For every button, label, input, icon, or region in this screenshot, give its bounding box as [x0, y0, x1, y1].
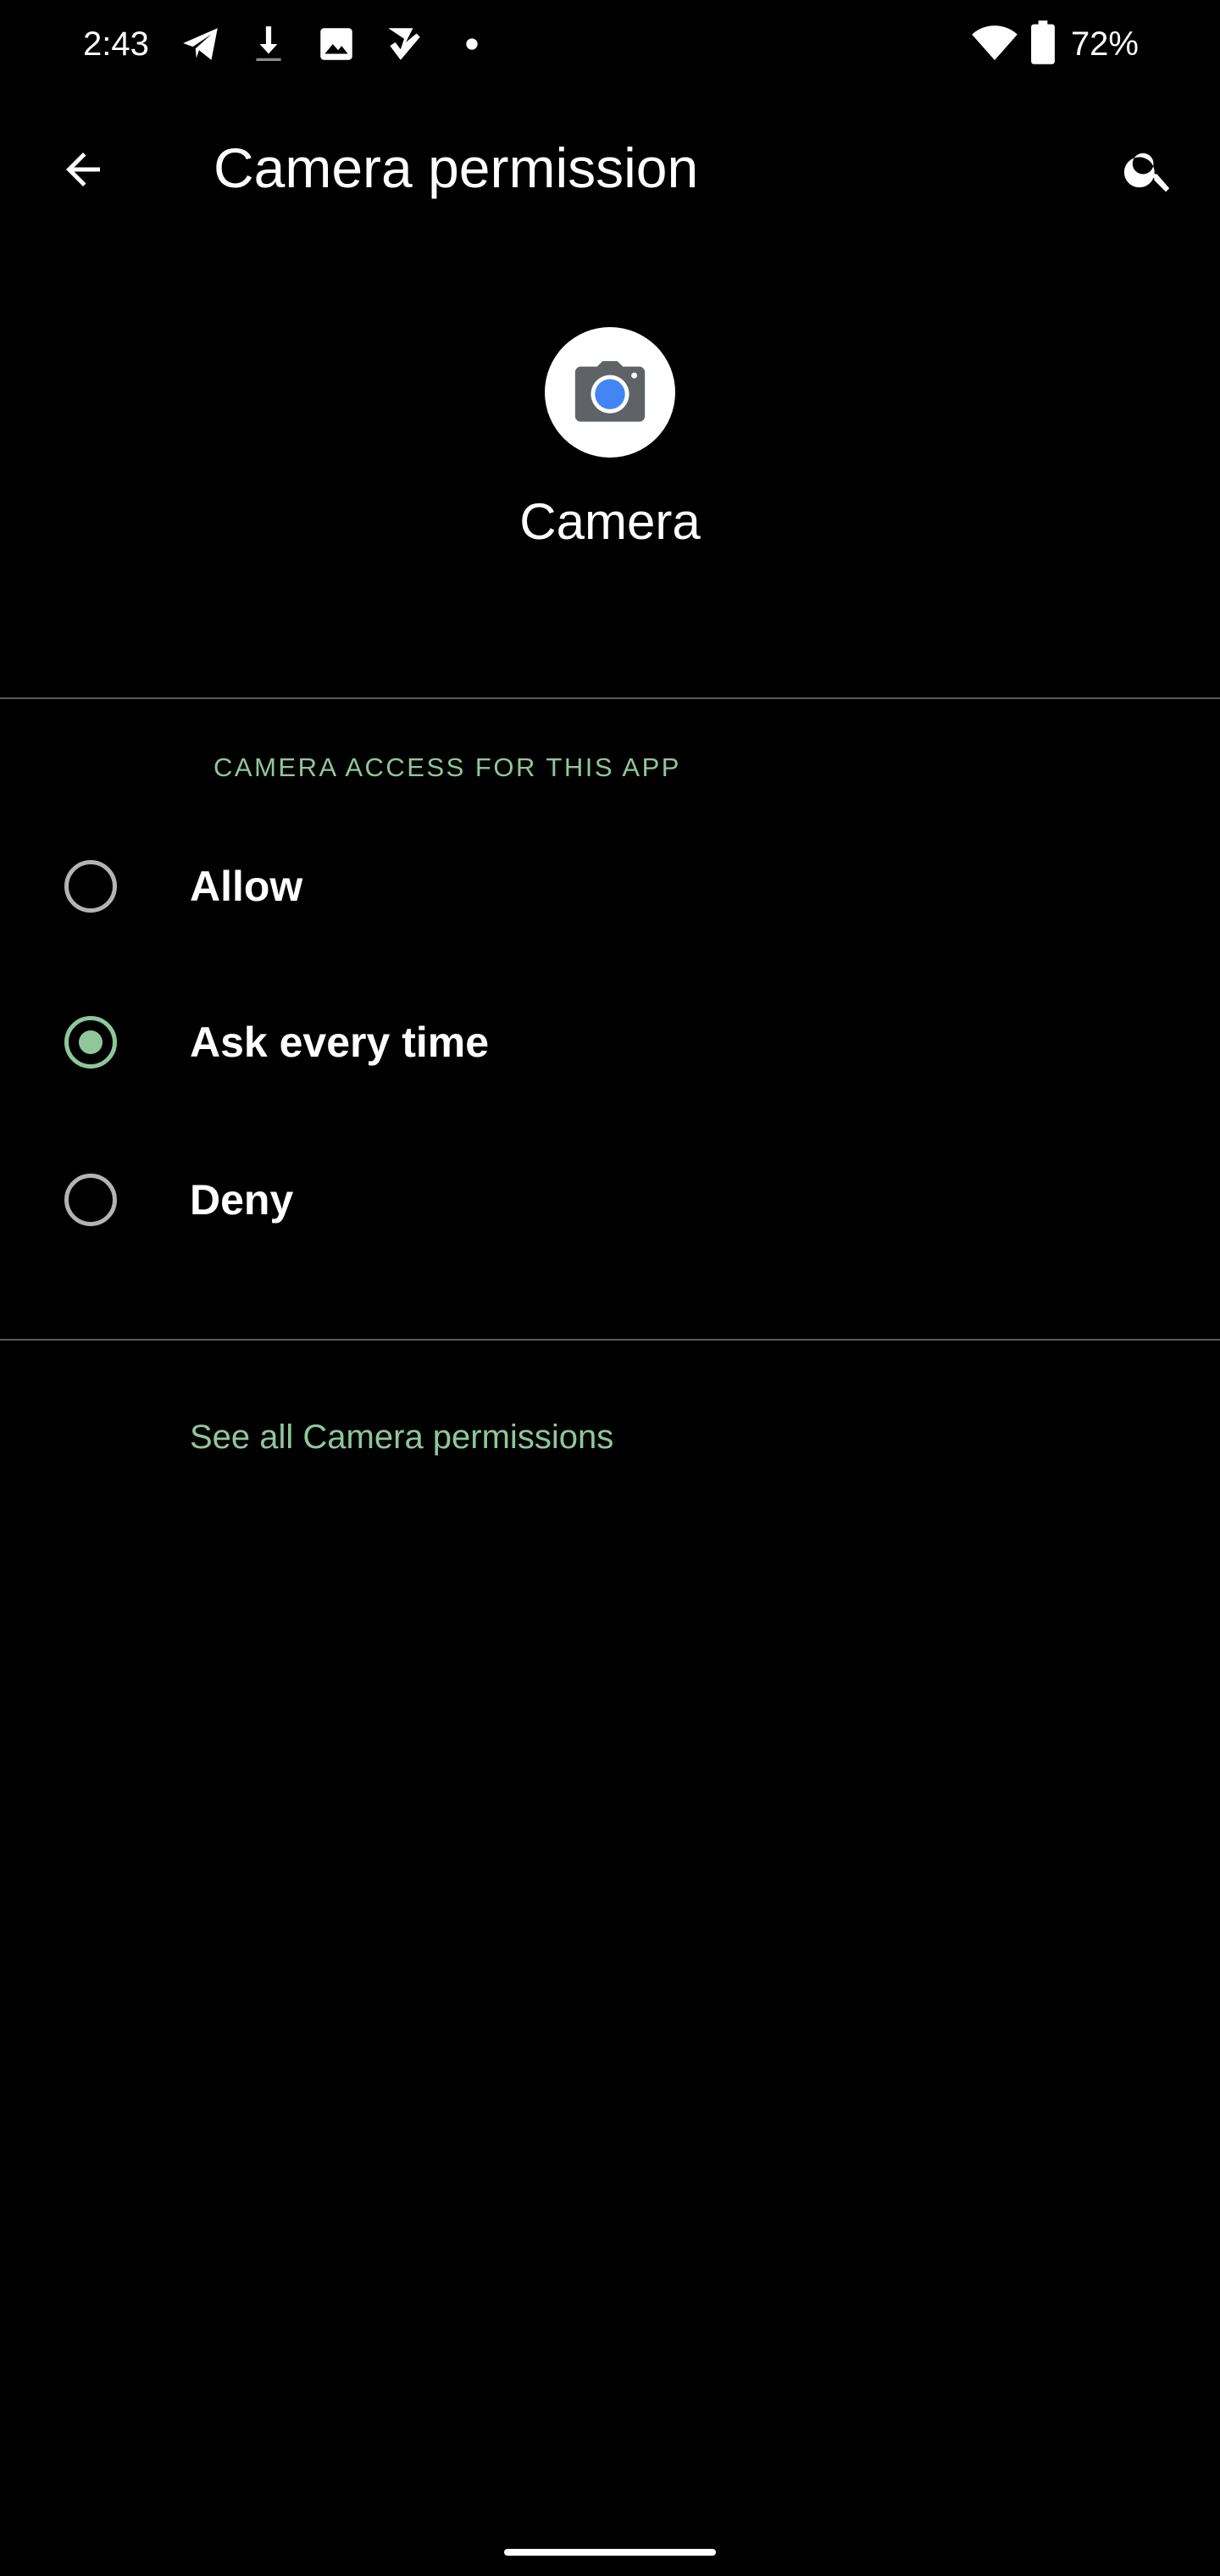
section-header: CAMERA ACCESS FOR THIS APP — [214, 752, 681, 782]
option-ask-every-time[interactable]: Ask every time — [0, 967, 1220, 1123]
back-button[interactable] — [41, 129, 125, 214]
notification-icons — [180, 19, 493, 69]
radio-allow[interactable] — [64, 860, 117, 913]
search-icon — [1121, 142, 1177, 202]
battery-percentage: 72% — [1070, 25, 1139, 63]
radio-deny[interactable] — [64, 1174, 117, 1226]
radio-ask-every-time[interactable] — [64, 1016, 117, 1069]
wifi-icon — [971, 21, 1018, 68]
option-deny[interactable]: Deny — [0, 1124, 1220, 1280]
arrow-back-icon — [58, 144, 108, 199]
page-title: Camera permission — [214, 136, 699, 199]
search-button[interactable] — [1106, 129, 1191, 214]
dot-icon — [451, 23, 493, 65]
option-label-ask-every-time: Ask every time — [190, 1019, 490, 1066]
gesture-nav-handle[interactable] — [504, 2549, 716, 2556]
status-time: 2:43 — [83, 25, 149, 63]
app-bar: Camera permission — [0, 100, 1220, 236]
option-label-allow: Allow — [190, 863, 303, 910]
download-icon — [247, 23, 290, 65]
app-header: Camera — [0, 322, 1220, 576]
option-label-deny: Deny — [190, 1176, 294, 1224]
camera-app-icon — [545, 327, 675, 458]
status-bar: 2:43 72% — [0, 0, 1220, 88]
battery-icon — [1030, 19, 1056, 69]
see-all-permissions-link[interactable]: See all Camera permissions — [190, 1410, 613, 1464]
tasks-check-icon — [383, 23, 425, 65]
option-allow[interactable]: Allow — [0, 811, 1220, 967]
image-icon — [315, 23, 358, 65]
app-name: Camera — [519, 493, 701, 550]
telegram-icon — [180, 23, 222, 65]
system-icons: 72% — [971, 19, 1139, 69]
divider-top — [0, 697, 1220, 699]
divider-bottom — [0, 1339, 1220, 1341]
